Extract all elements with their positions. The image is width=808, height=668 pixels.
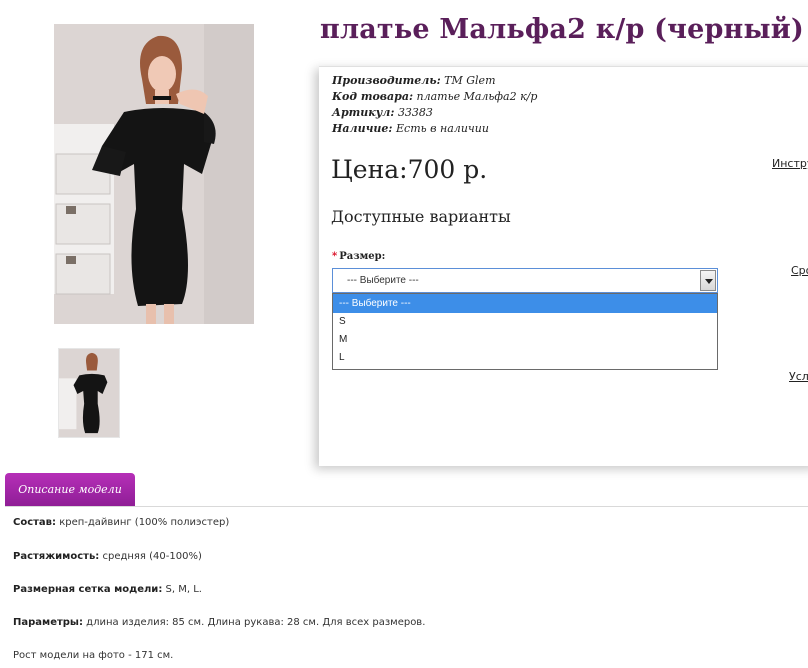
tab-divider bbox=[5, 506, 808, 507]
size-option-m[interactable]: M bbox=[333, 331, 717, 349]
desc-composition: Состав: креп-дайвинг (100% полиэстер) bbox=[13, 517, 230, 528]
size-select[interactable]: --- Выберите --- bbox=[332, 268, 718, 293]
meta-manufacturer: Производитель: TM Glem bbox=[332, 74, 496, 87]
chevron-down-icon[interactable] bbox=[700, 270, 716, 291]
variants-heading: Доступные варианты bbox=[331, 207, 511, 226]
conditions-link[interactable]: Усл bbox=[789, 370, 808, 383]
size-option-placeholder[interactable]: --- Выберите --- bbox=[333, 294, 717, 313]
product-main-image[interactable] bbox=[54, 24, 254, 324]
desc-parameters: Параметры: длина изделия: 85 см. Длина р… bbox=[13, 617, 426, 628]
terms-link[interactable]: Сро bbox=[791, 264, 808, 277]
instructions-link[interactable]: Инстру bbox=[772, 157, 808, 170]
size-label: * Размер: bbox=[332, 251, 386, 262]
product-info-panel: Производитель: TM Glem Код товара: плать… bbox=[319, 66, 808, 466]
size-option-s[interactable]: S bbox=[333, 313, 717, 331]
product-title: платье Мальфа2 к/р (черный) bbox=[320, 14, 804, 45]
desc-size-grid: Размерная сетка модели: S, M, L. bbox=[13, 584, 202, 595]
required-mark: * bbox=[332, 251, 338, 262]
manufacturer-link[interactable]: TM Glem bbox=[444, 74, 495, 87]
product-price: Цена:700 р. bbox=[331, 155, 488, 184]
size-option-l[interactable]: L bbox=[333, 349, 717, 367]
tab-description[interactable]: Описание модели bbox=[5, 473, 135, 506]
desc-stretch: Растяжимость: средняя (40-100%) bbox=[13, 551, 202, 562]
product-meta: Производитель: TM Glem Код товара: плать… bbox=[332, 73, 537, 137]
size-select-value: --- Выберите --- bbox=[347, 275, 419, 286]
meta-availability: Наличие: Есть в наличии bbox=[332, 122, 489, 135]
size-dropdown-list: --- Выберите --- S M L bbox=[332, 293, 718, 370]
desc-model-height: Рост модели на фото - 171 см. bbox=[13, 650, 174, 661]
meta-article: Артикул: 33383 bbox=[332, 106, 433, 119]
product-thumbnail[interactable] bbox=[58, 348, 120, 438]
meta-product-code: Код товара: платье Мальфа2 к/р bbox=[332, 90, 538, 103]
